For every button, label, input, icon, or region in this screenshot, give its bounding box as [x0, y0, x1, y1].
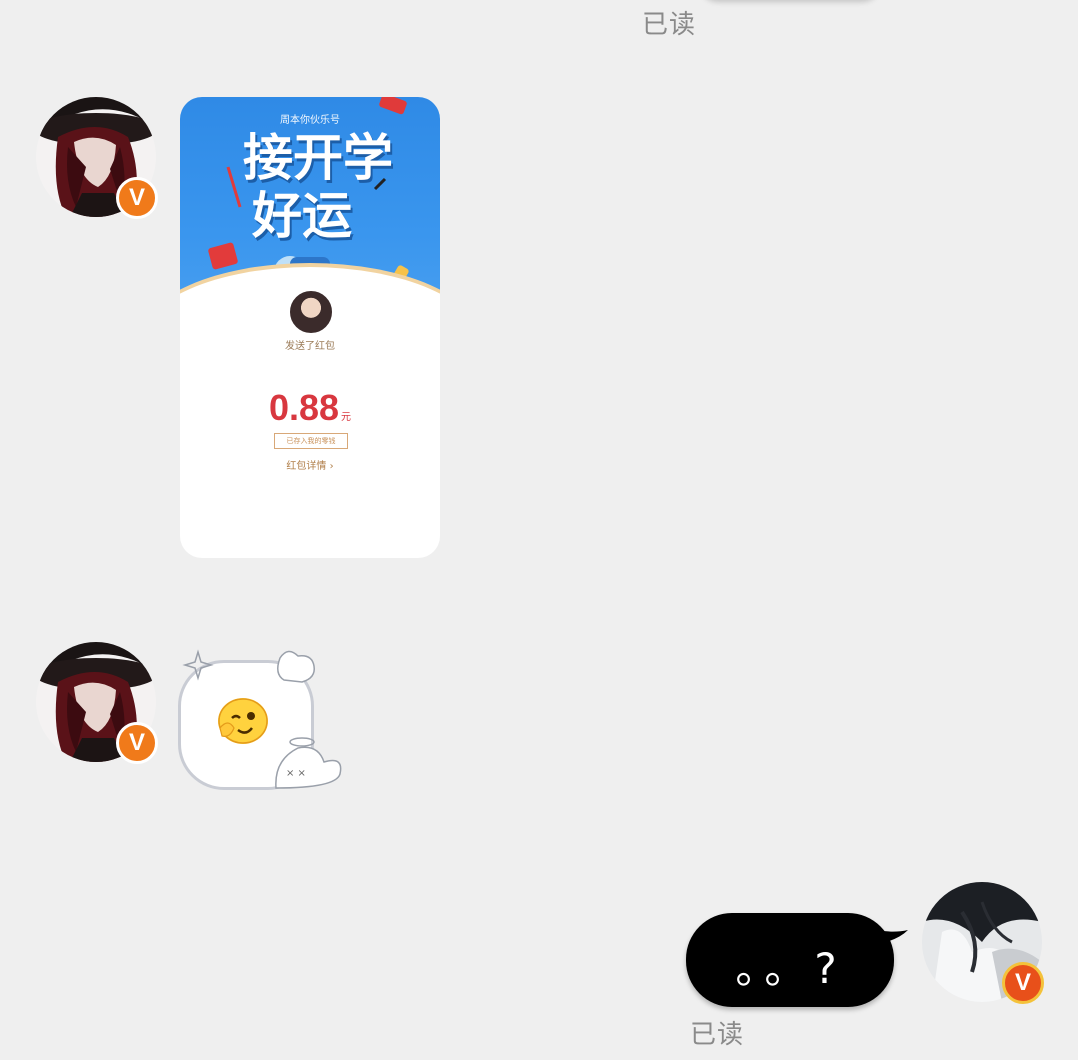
my-message-bubble[interactable]: 。。? — [686, 913, 894, 1007]
red-packet-sender-name: 发送了红包 — [285, 341, 335, 352]
chat-area: 已读 V 周本你伙乐号 接开学 好运 发送了红包 0.88 元 已存入我的零钱 … — [0, 0, 1078, 1060]
sticker-message[interactable]: × × — [176, 648, 356, 798]
my-message-text: 。。? — [735, 944, 845, 993]
vip-badge-icon: V — [116, 722, 158, 764]
amount-unit: 元 — [341, 412, 352, 423]
red-packet-amount: 0.88 元 — [180, 387, 440, 429]
svg-text:× ×: × × — [286, 768, 306, 779]
amount-value: 0.88 — [268, 387, 340, 428]
red-packet-card[interactable]: 周本你伙乐号 接开学 好运 发送了红包 0.88 元 已存入我的零钱 红包详情 › — [180, 97, 440, 558]
red-packet-title: 接开学 — [243, 129, 393, 187]
my-avatar[interactable]: V — [922, 882, 1044, 1004]
contact-avatar[interactable]: V — [36, 97, 158, 219]
red-packet-note: 已存入我的零钱 — [274, 433, 348, 449]
red-packet-sender-avatar — [288, 289, 334, 335]
read-status: 已读 — [690, 1020, 745, 1050]
vip-badge-icon: V — [1002, 962, 1044, 1004]
read-status: 已读 — [642, 10, 697, 40]
red-packet-title: 好运 — [252, 187, 352, 245]
contact-avatar[interactable]: V — [36, 642, 158, 764]
bubble-tail — [868, 928, 908, 944]
red-packet-detail-link[interactable]: 红包详情 › — [180, 457, 440, 472]
red-packet-brand: 周本你伙乐号 — [280, 115, 340, 126]
wink-salute-emoji-icon — [218, 698, 268, 744]
vip-badge-icon: V — [116, 177, 158, 219]
